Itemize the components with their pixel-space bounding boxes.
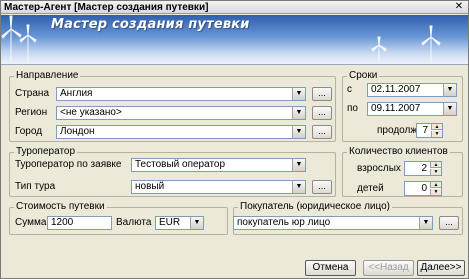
header-title: Мастер создания путевки xyxy=(51,17,250,32)
close-icon[interactable]: ✕ xyxy=(453,1,465,13)
spin-down-icon[interactable]: ▼ xyxy=(430,189,441,195)
buyer-value: покупатель юр лицо xyxy=(237,217,331,228)
operator-value: Тестовый оператор xyxy=(135,159,226,170)
tour-type-more-button[interactable]: ... xyxy=(312,180,332,194)
operator-label: Туроператор по заявке xyxy=(15,159,122,170)
date-to-value: 09.11.2007 xyxy=(371,103,421,114)
country-value: Англия xyxy=(60,88,93,99)
currency-value: EUR xyxy=(159,217,181,228)
buyer-legend: Покупатель (юридическое лицо) xyxy=(240,201,390,212)
chevron-down-icon[interactable]: ▼ xyxy=(190,217,203,229)
spin-down-icon[interactable]: ▼ xyxy=(430,169,441,175)
adults-value: 2 xyxy=(421,163,427,174)
sum-input[interactable]: 1200 xyxy=(47,216,112,230)
buyer-more-button[interactable]: ... xyxy=(439,216,459,230)
chevron-down-icon[interactable]: ▼ xyxy=(443,84,456,96)
wizard-window: Мастер-Агент [Мастер создания путевки] ✕ xyxy=(0,0,469,279)
dates-legend: Сроки xyxy=(349,70,378,81)
duration-stepper[interactable]: 7 ▲ ▼ xyxy=(416,123,443,138)
header-banner: Мастер создания путевки xyxy=(1,15,468,65)
city-label: Город xyxy=(15,126,43,137)
adults-stepper[interactable]: 2 ▲ ▼ xyxy=(404,161,442,176)
country-more-button[interactable]: ... xyxy=(312,87,332,101)
children-stepper[interactable]: 0 ▲ ▼ xyxy=(404,181,442,196)
tour-operator-legend: Туроператор xyxy=(16,146,76,157)
title-bar: Мастер-Агент [Мастер создания путевки] ✕ xyxy=(1,1,468,14)
buyer-select[interactable]: покупатель юр лицо ▼ xyxy=(233,216,433,230)
cancel-button[interactable]: Отмена xyxy=(305,260,356,276)
chevron-down-icon[interactable]: ▼ xyxy=(419,217,432,229)
tour-type-select[interactable]: новый ▼ xyxy=(131,180,306,194)
chevron-down-icon[interactable]: ▼ xyxy=(292,159,305,171)
chevron-down-icon[interactable]: ▼ xyxy=(292,107,305,119)
children-value: 0 xyxy=(421,183,427,194)
city-value: Лондон xyxy=(60,126,95,137)
duration-label: продолж. xyxy=(377,125,420,136)
adults-label: взрослых xyxy=(357,163,401,174)
city-more-button[interactable]: ... xyxy=(312,125,332,139)
sum-label: Сумма xyxy=(15,217,47,228)
tour-type-value: новый xyxy=(135,181,165,192)
region-label: Регион xyxy=(15,107,48,118)
cost-legend: Стоимость путевки xyxy=(16,201,105,212)
spin-up-icon[interactable]: ▲ xyxy=(430,162,441,168)
children-label: детей xyxy=(357,183,384,194)
sum-value: 1200 xyxy=(51,217,74,228)
currency-select[interactable]: EUR ▼ xyxy=(155,216,204,230)
date-from-value: 02.11.2007 xyxy=(371,84,421,95)
region-select[interactable]: <не указано> ▼ xyxy=(56,106,306,120)
city-select[interactable]: Лондон ▼ xyxy=(56,125,306,139)
chevron-down-icon[interactable]: ▼ xyxy=(292,181,305,193)
country-label: Страна xyxy=(15,88,50,99)
date-to-picker[interactable]: 09.11.2007 ▼ xyxy=(367,102,457,116)
chevron-down-icon[interactable]: ▼ xyxy=(292,126,305,138)
back-button[interactable]: <<Назад xyxy=(363,260,414,276)
region-more-button[interactable]: ... xyxy=(312,106,332,120)
chevron-down-icon[interactable]: ▼ xyxy=(443,103,456,115)
window-title: Мастер-Агент [Мастер создания путевки] xyxy=(4,2,209,13)
tour-type-label: Тип тура xyxy=(15,181,56,192)
spin-down-icon[interactable]: ▼ xyxy=(431,131,442,137)
duration-value: 7 xyxy=(422,125,428,136)
date-from-label: с xyxy=(347,84,352,95)
region-value: <не указано> xyxy=(60,107,122,118)
direction-legend: Направление xyxy=(16,70,79,81)
country-select[interactable]: Англия ▼ xyxy=(56,87,306,101)
operator-select[interactable]: Тестовый оператор ▼ xyxy=(131,158,306,172)
currency-label: Валюта xyxy=(116,217,152,228)
next-button[interactable]: Далее>> xyxy=(417,260,465,276)
clients-legend: Количество клиентов xyxy=(349,146,448,157)
spin-up-icon[interactable]: ▲ xyxy=(430,182,441,188)
date-to-label: по xyxy=(347,103,358,114)
spin-up-icon[interactable]: ▲ xyxy=(431,124,442,130)
date-from-picker[interactable]: 02.11.2007 ▼ xyxy=(367,83,457,97)
chevron-down-icon[interactable]: ▼ xyxy=(292,88,305,100)
